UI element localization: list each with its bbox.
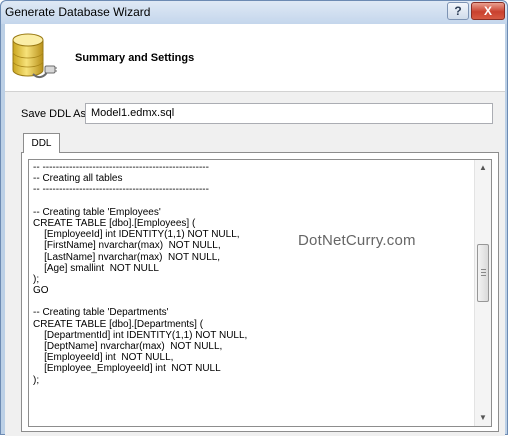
code-line: -- Creating table 'Departments' — [33, 307, 169, 319]
vertical-scrollbar[interactable]: ▲ ▼ — [474, 160, 491, 426]
database-icon — [12, 33, 57, 79]
code-line: -- Creating table 'Employees' — [33, 206, 161, 218]
code-line: GO — [33, 285, 49, 297]
wizard-client-area: Summary and Settings Save DDL As: Model1… — [5, 24, 505, 436]
wizard-header: Summary and Settings — [5, 24, 505, 92]
code-line: -- Creating all tables — [33, 173, 123, 185]
grip-line — [481, 272, 486, 273]
watermark: DotNetCurry.com — [298, 232, 416, 249]
close-button[interactable]: X — [471, 2, 505, 20]
code-line: ); — [33, 273, 40, 285]
code-line: [Age] smallint NOT NULL — [33, 262, 159, 274]
save-ddl-label: Save DDL As: — [21, 108, 90, 120]
save-ddl-input[interactable]: Model1.edmx.sql — [85, 103, 493, 124]
code-line: [DepartmentId] int IDENTITY(1,1) NOT NUL… — [33, 329, 248, 341]
code-line: ); — [33, 374, 40, 386]
window-title: Generate Database Wizard — [5, 5, 151, 19]
code-line: [LastName] nvarchar(max) NOT NULL, — [33, 251, 221, 263]
code-line: CREATE TABLE [dbo].[Departments] ( — [33, 318, 204, 330]
code-line: [EmployeeId] int NOT NULL, — [33, 352, 174, 364]
grip-line — [481, 275, 486, 276]
scroll-thumb[interactable] — [477, 244, 489, 302]
ddl-tab-panel: -- -------------------------------------… — [21, 152, 499, 432]
ddl-script-textbox[interactable]: -- -------------------------------------… — [28, 159, 492, 427]
page-title: Summary and Settings — [75, 52, 195, 64]
scroll-up-arrow-icon[interactable]: ▲ — [475, 160, 491, 176]
code-line: CREATE TABLE [dbo].[Employees] ( — [33, 217, 196, 229]
wizard-window: Generate Database Wizard ? X Summary and… — [0, 0, 508, 436]
tab-ddl[interactable]: DDL — [23, 133, 60, 153]
code-line: [DeptName] nvarchar(max) NOT NULL, — [33, 341, 223, 352]
title-bar[interactable]: Generate Database Wizard ? X — [1, 1, 507, 24]
ddl-script-text: -- -------------------------------------… — [33, 162, 473, 386]
code-line: [Employee_EmployeeId] int NOT NULL — [33, 363, 221, 375]
help-button[interactable]: ? — [447, 2, 469, 20]
code-line: -- -------------------------------------… — [33, 184, 209, 196]
scroll-down-arrow-icon[interactable]: ▼ — [475, 410, 491, 426]
code-line: -- -------------------------------------… — [33, 162, 209, 173]
grip-line — [481, 269, 486, 270]
